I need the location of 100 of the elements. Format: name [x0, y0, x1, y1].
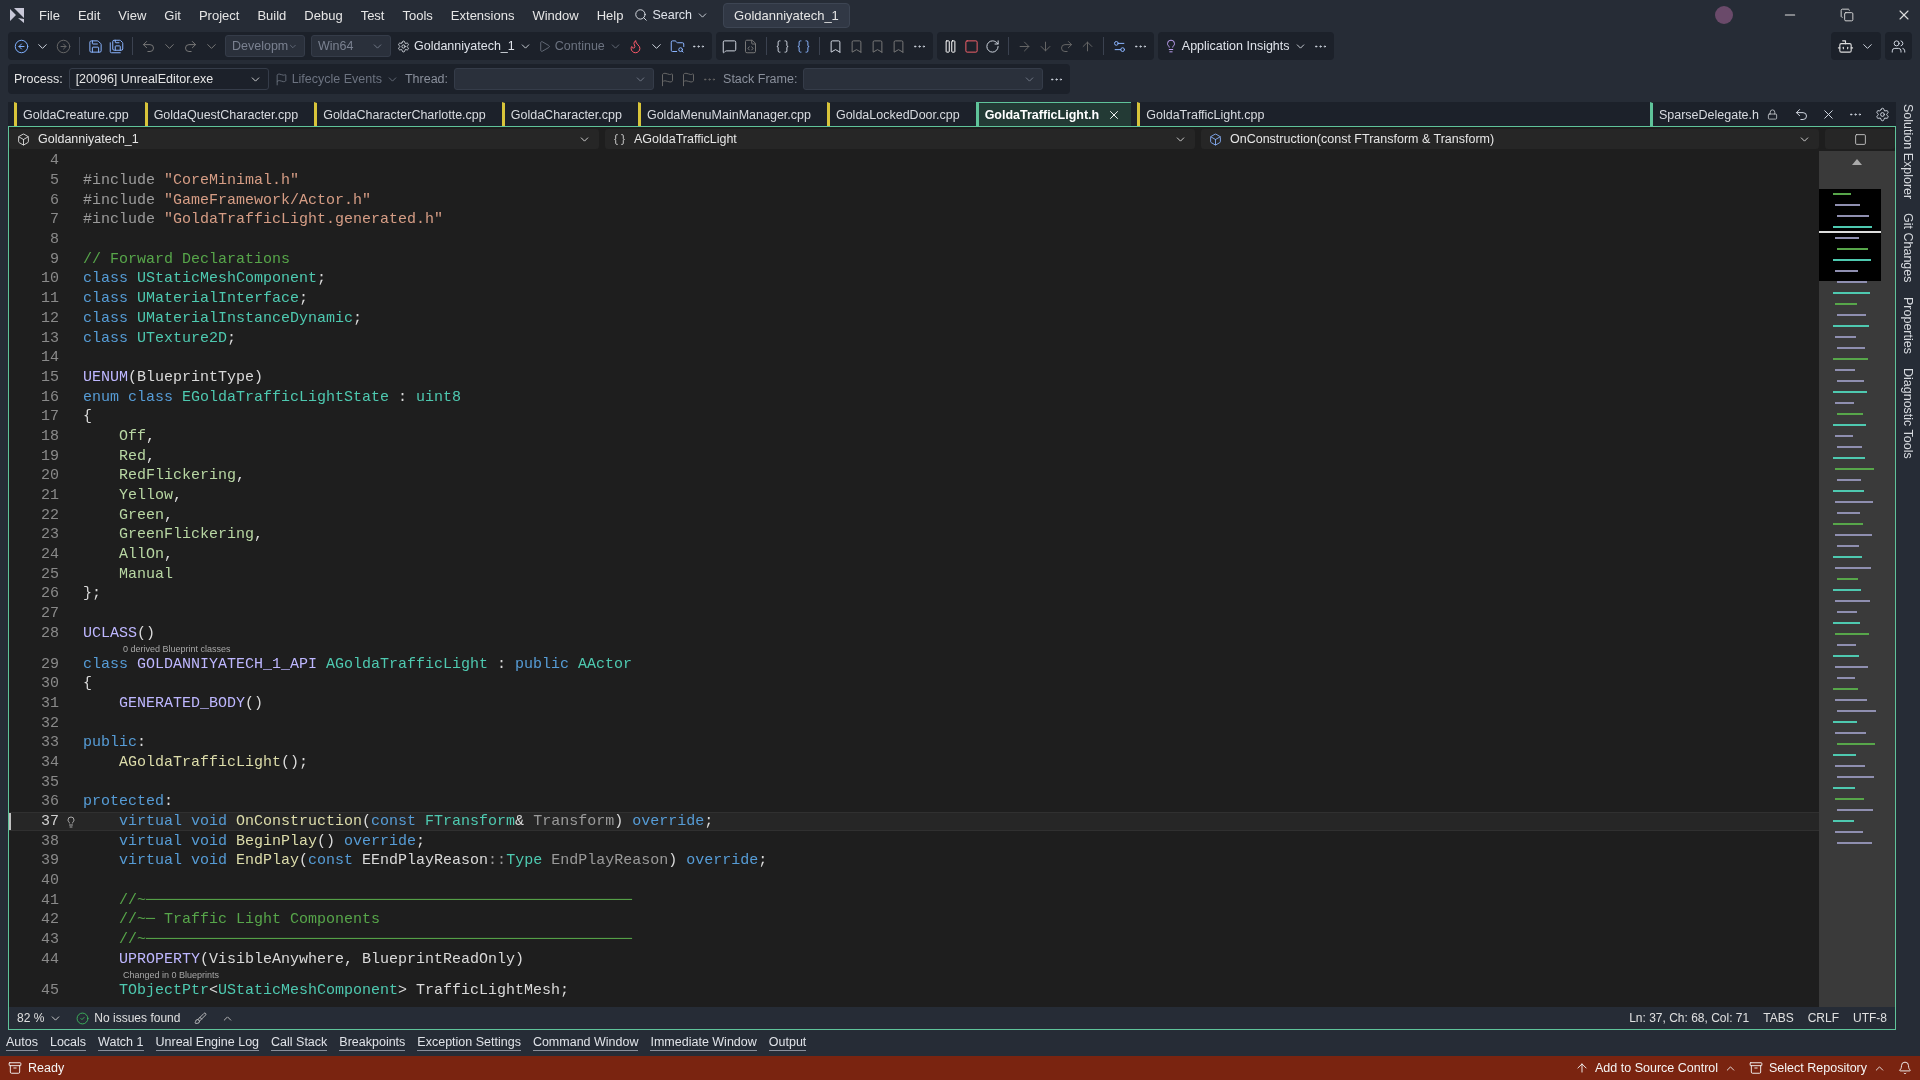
menu-item[interactable]: View	[111, 4, 154, 26]
line-number: 6	[49, 191, 59, 209]
lightbulb-icon[interactable]	[65, 815, 77, 828]
line-ending[interactable]: CRLF	[1807, 1011, 1839, 1025]
menu-item[interactable]: Project	[191, 4, 247, 26]
side-panel-tab[interactable]: Diagnostic Tools	[1901, 367, 1915, 459]
code-line: GreenFlickering,	[118, 526, 264, 544]
menu-item[interactable]: Window	[525, 4, 586, 26]
add-to-source-control-button[interactable]: Add to Source Control	[1575, 1061, 1738, 1075]
tool-window-tab[interactable]: Watch 1	[98, 1035, 144, 1051]
tool-window-tab[interactable]: Breakpoints	[339, 1035, 406, 1051]
stack-frame-label: Stack Frame:	[723, 72, 798, 86]
tool-window-tab[interactable]: Autos	[6, 1035, 38, 1051]
code-line: GENERATED_BODY()	[118, 694, 264, 712]
line-number: 4	[49, 152, 59, 170]
side-panel-tab[interactable]: Git Changes	[1901, 213, 1915, 283]
code-line: Manual	[118, 565, 173, 583]
check-icon	[76, 1011, 90, 1025]
line-number: 42	[40, 911, 59, 929]
code-line: class UMaterialInterface;	[83, 290, 309, 308]
flame-icon[interactable]	[627, 38, 643, 54]
notification-icon[interactable]	[1898, 1061, 1912, 1075]
cleanup-icon[interactable]	[194, 1011, 208, 1025]
tool-window-tab[interactable]: Output	[768, 1035, 807, 1051]
step-arrow-icon[interactable]	[1016, 38, 1032, 54]
scope-dropdown[interactable]: AGoldaTrafficLight	[605, 129, 1195, 149]
code-line: virtual void EndPlay(const EEndPlayReason::Type EndPlayReason) override;	[118, 852, 768, 870]
line-number: 27	[40, 605, 59, 623]
code-line: UCLASS()	[83, 624, 156, 642]
process-dropdown[interactable]: [20096] UnrealEditor.exe	[68, 68, 269, 90]
code-line: enum class EGoldaTrafficLightState : uint8	[83, 388, 462, 406]
code-line: virtual void OnConstruction(const FTransform& Transform) override;	[118, 813, 714, 831]
file-encoding[interactable]: UTF-8	[1853, 1011, 1887, 1025]
project-dropdown[interactable]: Goldanniyatech_1	[9, 129, 599, 149]
line-number: 35	[40, 773, 59, 791]
line-number: 24	[40, 546, 59, 564]
code-line: };	[83, 585, 101, 603]
tool-window-tab[interactable]: Immediate Window	[650, 1035, 757, 1051]
menu-item[interactable]: Edit	[70, 4, 108, 26]
settings-icon[interactable]	[1875, 106, 1890, 122]
file-tab[interactable]: GoldaTrafficLight.h	[975, 102, 1132, 126]
save-all-icon[interactable]	[109, 38, 124, 54]
indent-mode[interactable]: TABS	[1763, 1011, 1794, 1025]
step-into-icon[interactable]	[1037, 38, 1053, 54]
menu-item[interactable]: Help	[589, 4, 631, 26]
folder-search-icon[interactable]	[669, 38, 685, 54]
issues-status[interactable]: No issues found	[76, 1011, 181, 1025]
comment-icon[interactable]	[721, 38, 737, 54]
member-dropdown[interactable]: OnConstruction(const FTransform & Transform)	[1201, 129, 1819, 149]
restore-icon[interactable]	[1840, 8, 1854, 22]
bookmark-icon[interactable]	[827, 38, 843, 54]
menu-item[interactable]: Tools	[395, 4, 440, 26]
codelens-hint[interactable]: Changed in 0 Blueprints	[123, 969, 220, 980]
restart-icon[interactable]	[984, 38, 1000, 54]
project-icon	[17, 132, 30, 146]
search-button[interactable]: Search	[634, 8, 710, 22]
step-out-icon[interactable]	[1079, 38, 1095, 54]
codelens-hint[interactable]: 0 derived Blueprint classes	[123, 643, 231, 654]
back-icon[interactable]	[14, 38, 29, 54]
side-panel-tab[interactable]: Properties	[1901, 296, 1915, 354]
live-share-icon[interactable]	[1891, 38, 1906, 54]
startup-project-dropdown[interactable]: Goldanniyatech_1	[397, 39, 532, 53]
menu-item[interactable]: File	[32, 4, 67, 26]
menu-item[interactable]: Test	[353, 4, 392, 26]
line-number: 23	[40, 526, 59, 544]
tool-window-tab[interactable]: Locals	[49, 1035, 87, 1051]
tool-window-tab[interactable]: Exception Settings	[417, 1035, 521, 1051]
step-over-icon[interactable]	[1058, 38, 1074, 54]
tool-window-tab[interactable]: Unreal Engine Log	[155, 1035, 260, 1051]
lock-icon	[1767, 109, 1778, 120]
flag-icon[interactable]	[681, 71, 697, 87]
cursor-position[interactable]: Ln: 37, Ch: 68, Col: 71	[1629, 1011, 1750, 1025]
menu-item[interactable]: Build	[250, 4, 294, 26]
menu-item[interactable]: Debug	[297, 4, 350, 26]
split-icon[interactable]	[1853, 132, 1867, 146]
stop-icon[interactable]	[963, 38, 979, 54]
menu-item[interactable]: Extensions	[443, 4, 522, 26]
forward-icon[interactable]	[56, 38, 71, 54]
file-icon[interactable]	[742, 38, 758, 54]
line-number: 5	[49, 172, 59, 190]
pause-icon[interactable]	[942, 38, 958, 54]
menu-item[interactable]: Git	[157, 4, 188, 26]
redo-icon[interactable]	[183, 38, 198, 54]
copilot-icon[interactable]	[1837, 37, 1854, 55]
line-number: 22	[40, 506, 59, 524]
undo-icon[interactable]	[1794, 106, 1809, 122]
line-number: 17	[40, 408, 59, 426]
code-line: Yellow,	[118, 487, 183, 505]
side-panel-tab[interactable]: Solution Explorer	[1901, 104, 1915, 200]
gear-icon	[397, 39, 410, 53]
select-repository-button[interactable]: Select Repository	[1749, 1061, 1886, 1075]
flag-icon[interactable]	[660, 71, 676, 87]
line-number: 18	[40, 427, 59, 445]
save-icon[interactable]	[88, 38, 103, 54]
line-number: 8	[49, 231, 59, 249]
line-number: 20	[40, 467, 59, 485]
tool-window-tab[interactable]: Call Stack	[271, 1035, 328, 1051]
scroll-up-icon[interactable]	[1852, 159, 1862, 165]
zoom-dropdown[interactable]: 82 %	[17, 1011, 63, 1025]
tool-window-tab[interactable]: Command Window	[532, 1035, 639, 1051]
